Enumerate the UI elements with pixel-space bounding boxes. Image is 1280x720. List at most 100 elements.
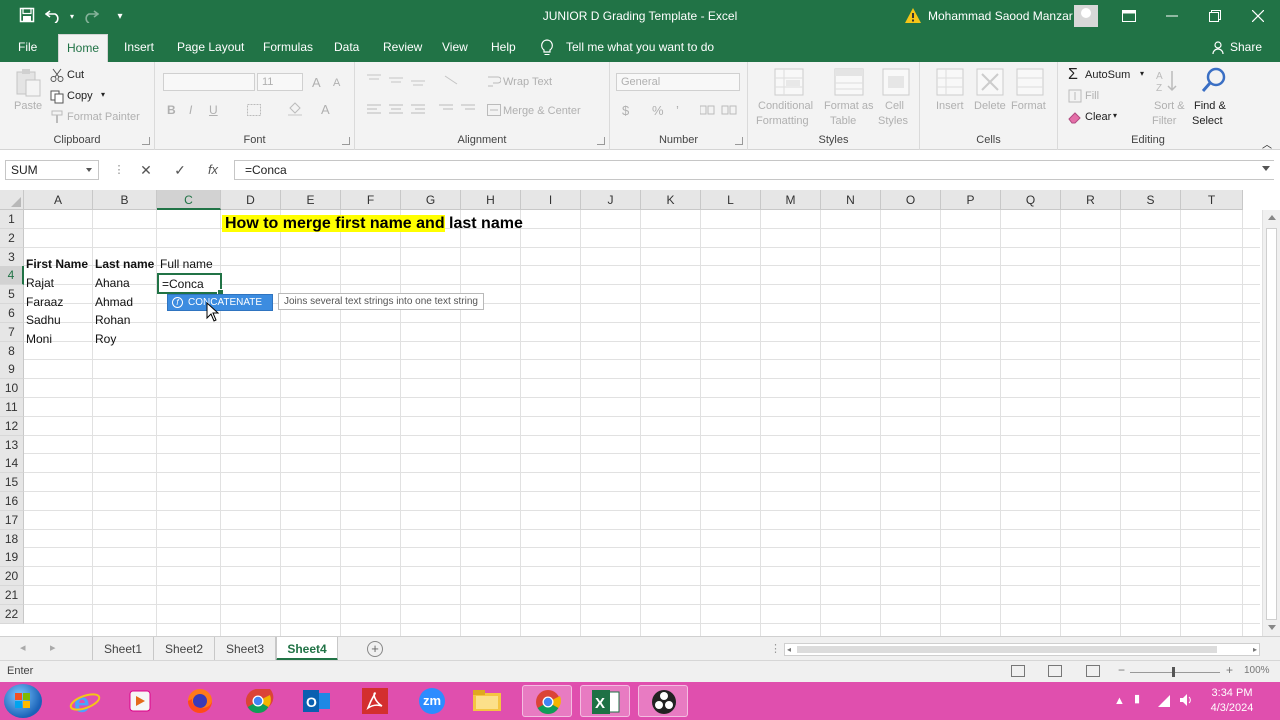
sort-filter-label-2[interactable]: Filter: [1152, 115, 1176, 127]
row-header[interactable]: 6: [0, 304, 24, 323]
zoom-out-icon[interactable]: −: [1118, 663, 1125, 677]
row-header[interactable]: 18: [0, 529, 24, 549]
copy-icon[interactable]: [50, 90, 64, 104]
scroll-right-icon[interactable]: ▸: [1253, 645, 1257, 654]
start-button[interactable]: [4, 684, 42, 718]
network-icon[interactable]: [1157, 694, 1171, 708]
horizontal-align-icons[interactable]: [367, 104, 477, 116]
row-header[interactable]: 8: [0, 341, 24, 361]
row-header[interactable]: 22: [0, 604, 24, 624]
shrink-font-button[interactable]: A: [333, 77, 340, 89]
active-cell-c4[interactable]: =Conca: [157, 273, 224, 296]
column-header[interactable]: Q: [1001, 190, 1061, 210]
first-name-cell[interactable]: Moni: [24, 330, 52, 349]
copy-button[interactable]: Copy: [67, 90, 93, 102]
insert-cells-button[interactable]: Insert: [936, 100, 964, 112]
wrap-text-button[interactable]: Wrap Text: [503, 76, 552, 88]
row-header[interactable]: 3: [0, 247, 24, 267]
row-header[interactable]: 7: [0, 322, 24, 342]
obs-icon[interactable]: [638, 685, 688, 717]
row-header[interactable]: 17: [0, 510, 24, 530]
row-header[interactable]: 9: [0, 360, 24, 380]
copy-dropdown-icon[interactable]: ▾: [101, 90, 105, 99]
autocomplete-item-concatenate[interactable]: f CONCATENATE: [167, 294, 273, 311]
merge-center-icon[interactable]: [487, 104, 501, 116]
delete-cells-icon[interactable]: [976, 68, 1004, 96]
tab-sheet4[interactable]: Sheet4: [276, 637, 338, 661]
tab-insert[interactable]: Insert: [118, 34, 160, 62]
zoom-icon[interactable]: zm: [407, 685, 457, 717]
bold-button[interactable]: B: [167, 103, 176, 117]
sheet-title-cell[interactable]: How to merge first name and last name: [222, 213, 523, 235]
merge-center-button[interactable]: Merge & Center: [503, 105, 581, 117]
column-header[interactable]: A: [24, 190, 93, 210]
collapse-ribbon-icon[interactable]: ︿: [1262, 136, 1272, 151]
avatar[interactable]: [1074, 5, 1098, 27]
zoom-level[interactable]: 100%: [1244, 665, 1270, 676]
scroll-up-icon[interactable]: [1268, 215, 1276, 220]
find-select-icon[interactable]: [1200, 66, 1228, 94]
last-name-cell[interactable]: Roy: [93, 330, 116, 349]
column-header[interactable]: I: [521, 190, 581, 210]
vertical-scroll-thumb[interactable]: [1266, 228, 1277, 620]
autosum-button[interactable]: AutoSum: [1085, 69, 1130, 81]
sort-filter-icon[interactable]: AZ: [1154, 68, 1180, 94]
find-select-label-2[interactable]: Select: [1192, 115, 1223, 127]
clock-date[interactable]: 4/3/2024: [1204, 702, 1260, 714]
decimal-icons[interactable]: [700, 104, 740, 116]
minimize-button[interactable]: [1160, 6, 1184, 28]
paste-icon[interactable]: [14, 68, 42, 98]
user-name[interactable]: Mohammad Saood Manzar: [928, 9, 1073, 23]
tab-page-layout[interactable]: Page Layout: [171, 34, 250, 62]
sort-filter-label[interactable]: Sort &: [1154, 100, 1185, 112]
zoom-slider[interactable]: [1130, 672, 1220, 673]
row-header[interactable]: 20: [0, 567, 24, 587]
close-button[interactable]: [1246, 6, 1270, 28]
row-header[interactable]: 1: [0, 210, 24, 229]
page-break-view-icon[interactable]: [1086, 665, 1100, 677]
row-header[interactable]: 21: [0, 586, 24, 605]
font-color-icon[interactable]: A: [321, 102, 330, 117]
autosum-icon[interactable]: Σ: [1068, 66, 1078, 84]
row-header[interactable]: 16: [0, 492, 24, 511]
column-header[interactable]: T: [1181, 190, 1243, 210]
page-layout-view-icon[interactable]: [1048, 665, 1062, 677]
row-header[interactable]: 11: [0, 398, 24, 417]
ribbon-display-options-icon[interactable]: [1117, 6, 1141, 28]
underline-button[interactable]: U: [209, 103, 218, 117]
expand-formula-bar-icon[interactable]: [1262, 166, 1270, 171]
normal-view-icon[interactable]: [1011, 665, 1025, 677]
comma-button[interactable]: ’: [676, 103, 679, 118]
column-header[interactable]: K: [641, 190, 701, 210]
clear-button[interactable]: Clear: [1085, 111, 1111, 123]
row-header[interactable]: 13: [0, 435, 24, 455]
cell-styles-label[interactable]: Cell: [885, 100, 904, 112]
format-as-table-label[interactable]: Format as: [824, 100, 874, 112]
tab-view[interactable]: View: [436, 34, 474, 62]
number-format-dropdown[interactable]: General: [616, 73, 740, 91]
cell-styles-label-2[interactable]: Styles: [878, 115, 908, 127]
format-painter-button[interactable]: Format Painter: [67, 111, 140, 123]
column-header[interactable]: J: [581, 190, 641, 210]
name-box[interactable]: SUM: [5, 160, 99, 180]
first-name-cell[interactable]: Sadhu: [24, 311, 61, 330]
row-header[interactable]: 10: [0, 379, 24, 399]
tab-help[interactable]: Help: [485, 34, 522, 62]
formula-input[interactable]: =Conca: [234, 160, 1274, 180]
delete-cells-button[interactable]: Delete: [974, 100, 1006, 112]
restore-button[interactable]: [1203, 6, 1227, 28]
vertical-scrollbar[interactable]: [1262, 210, 1280, 636]
volume-icon[interactable]: [1179, 693, 1193, 707]
header-last-name[interactable]: Last name: [93, 255, 154, 274]
zoom-in-icon[interactable]: +: [1226, 663, 1233, 677]
prev-sheet-icon[interactable]: ◂: [20, 641, 26, 654]
tab-review[interactable]: Review: [377, 34, 428, 62]
font-size-dropdown[interactable]: 11: [257, 73, 303, 91]
row-header[interactable]: 14: [0, 454, 24, 474]
column-header[interactable]: D: [221, 190, 281, 210]
alignment-launcher-icon[interactable]: [597, 137, 605, 145]
battery-icon[interactable]: ▮: [1134, 692, 1140, 705]
column-header[interactable]: F: [341, 190, 401, 210]
select-all-button[interactable]: [0, 190, 24, 210]
column-header[interactable]: C: [157, 190, 221, 210]
